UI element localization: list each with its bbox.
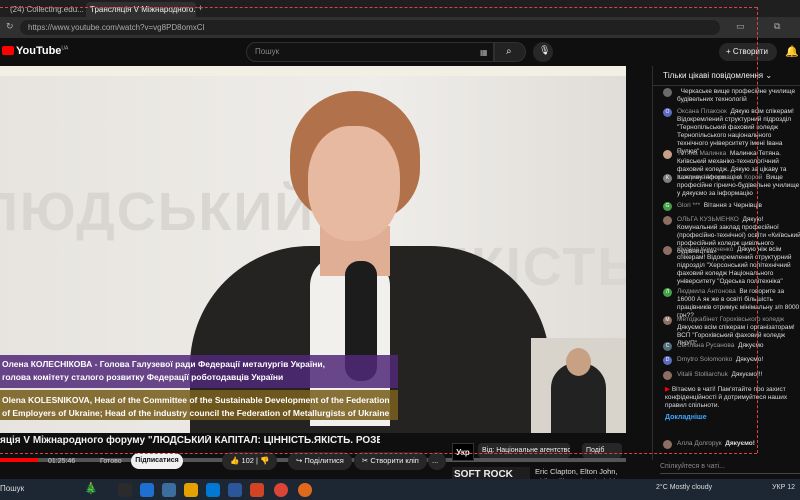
thumbs-down-icon: | 👎 (256, 456, 270, 465)
reload-icon[interactable]: ↻ (6, 21, 14, 32)
weather[interactable]: 2°C Mostly cloudy (656, 484, 712, 491)
chat-author: Світлана Русанова (677, 342, 735, 349)
create-button[interactable]: + Створити (719, 43, 777, 61)
tab-stream[interactable]: Трансляція V Міжнародного... (86, 2, 196, 17)
caption-ukrainian: Олена КОЛЕСНІКОВА - Голова Галузевої рад… (0, 355, 398, 388)
mic-icon: 🎙 (539, 45, 551, 55)
explorer-icon[interactable] (162, 483, 176, 497)
tab-collecting[interactable]: (24) Collecting.edu... (6, 2, 84, 17)
holiday-icon[interactable]: 🎄 (84, 482, 98, 495)
word-icon[interactable] (228, 483, 242, 497)
new-tab-icon[interactable]: + (198, 3, 203, 13)
avatar: D (663, 356, 672, 365)
chat-author: Катерина Миколаївна Корой (677, 174, 763, 181)
extensions-icon[interactable]: ⧉ (774, 21, 780, 32)
chat-author: Тетяна Малинка (677, 150, 727, 157)
chat-author: Dmytro Solomonko (677, 356, 733, 363)
powerpoint-icon[interactable] (250, 483, 264, 497)
chat-author: ОЛЬГА КУЗЬМЕНКО (677, 216, 739, 223)
browser-tab-bar: (24) Collecting.edu... Трансляція V Міжн… (0, 0, 800, 17)
chat-author: Оксана Комоченко (677, 246, 734, 253)
live-chat-panel: Тільки цікаві повідомлення ⌄ Черкаське в… (652, 66, 800, 460)
stage-stripe (0, 66, 626, 76)
share-button[interactable]: ↪ Поділитися (288, 452, 352, 470)
avatar: М (663, 316, 672, 325)
selection-outline-bottom (0, 453, 757, 454)
avatar (663, 216, 672, 225)
chrome-icon[interactable] (274, 483, 288, 497)
filter-chip-similar[interactable]: Подіб (582, 443, 622, 458)
chat-input[interactable]: Спілкуйтеся в чаті... (660, 460, 800, 474)
chat-text: Дякуємо! (735, 356, 764, 363)
learn-more-link[interactable]: Докладніше (665, 414, 800, 422)
more-button[interactable]: ... (428, 452, 446, 470)
chat-author: Vitalii Stolliarchuk (677, 371, 728, 378)
chat-filter-dropdown[interactable]: Тільки цікаві повідомлення ⌄ (653, 66, 800, 86)
selection-outline-top (0, 7, 757, 8)
clip-button[interactable]: ✂ Створити кліп (354, 452, 427, 470)
avatar: К (663, 174, 672, 183)
status-ready: Готово (100, 458, 122, 465)
caption-english: Olena KOLESNIKOVA, Head of the Committee… (0, 390, 398, 420)
address-bar-row: ↻ https://www.youtube.com/watch?v=vg8PD8… (0, 17, 800, 38)
store-icon[interactable] (206, 483, 220, 497)
cast-icon[interactable]: ▭ (736, 21, 745, 32)
speaker-face (308, 126, 400, 241)
search-icon: ⌕ (506, 46, 512, 57)
time-display: 01:25:46 (48, 458, 76, 465)
youtube-header: YouTubeUA Пошук ▦ ⌕ 🎙 + Створити 🔔 (0, 38, 800, 66)
youtube-logo[interactable]: YouTubeUA (2, 45, 68, 57)
voice-search-button[interactable]: 🎙 (533, 42, 553, 62)
avatar (663, 371, 672, 380)
language[interactable]: УКР (772, 484, 785, 491)
search-button[interactable]: ⌕ (494, 42, 526, 62)
edge-icon[interactable] (140, 483, 154, 497)
avatar (663, 88, 672, 97)
subscribe-button[interactable]: Підписатися (131, 453, 183, 469)
chat-author: Glori *** (677, 202, 701, 209)
task-view-icon[interactable] (118, 483, 132, 497)
chat-text: Черкаське вище професійне училище будіве… (677, 88, 797, 103)
avatar (663, 246, 672, 255)
chat-welcome-notice: ▶ Вітаємо в чаті! Пам'ятайте про захист … (665, 386, 800, 422)
keyboard-icon[interactable]: ▦ (480, 48, 488, 57)
notifications-icon[interactable]: 🔔 (785, 45, 799, 58)
chat-author: Оксана Плаксюк (677, 108, 727, 115)
avatar (663, 150, 672, 159)
chat-text: Вітання з Чернівців (703, 202, 763, 209)
thumbs-up-icon: 👍 (230, 456, 242, 465)
search-input[interactable]: Пошук (246, 42, 494, 62)
progress-fill (0, 458, 38, 462)
selection-outline-right (757, 7, 758, 453)
sign-language-interpreter (531, 338, 626, 433)
chat-text: Дякуємо (738, 342, 764, 349)
avatar: О (663, 108, 672, 117)
app-icon[interactable] (298, 483, 312, 497)
avatar: G (663, 202, 672, 211)
video-title: яція V Міжнародного форуму "ЛЮДСЬКИЙ КАП… (0, 435, 380, 446)
wall-text-left: ЛЮДСЬКИЙ (0, 182, 316, 242)
youtube-play-icon (2, 46, 14, 55)
url-field[interactable]: https://www.youtube.com/watch?v=vg8PD8om… (20, 20, 720, 35)
taskbar-search[interactable]: Пошук (0, 484, 24, 493)
chat-author: Людмила Антонова (677, 288, 736, 295)
system-tray: 2°C Mostly cloudy УКР 12 (656, 484, 795, 491)
avatar (663, 440, 672, 449)
filter-chip-agency[interactable]: Від: Національне агентство (478, 443, 570, 458)
clock[interactable]: 12 (787, 484, 795, 491)
video-player[interactable]: ЛЮДСЬКИЙ ЯКІСТЬ Олена КОЛЕСНІКОВА - Голо… (0, 66, 626, 433)
like-button[interactable]: 👍 102 | 👎 (222, 452, 278, 470)
chat-text: Дякую всім спікерам! Відокремлений струк… (677, 108, 796, 155)
avatar: С (663, 342, 672, 351)
chat-author: Методкабінет Горохівського коледж (677, 316, 785, 323)
channel-badge[interactable]: Укр (452, 443, 474, 461)
youtube-small-icon: ▶ (665, 386, 672, 393)
avatar: Л (663, 288, 672, 297)
folder-icon[interactable] (184, 483, 198, 497)
